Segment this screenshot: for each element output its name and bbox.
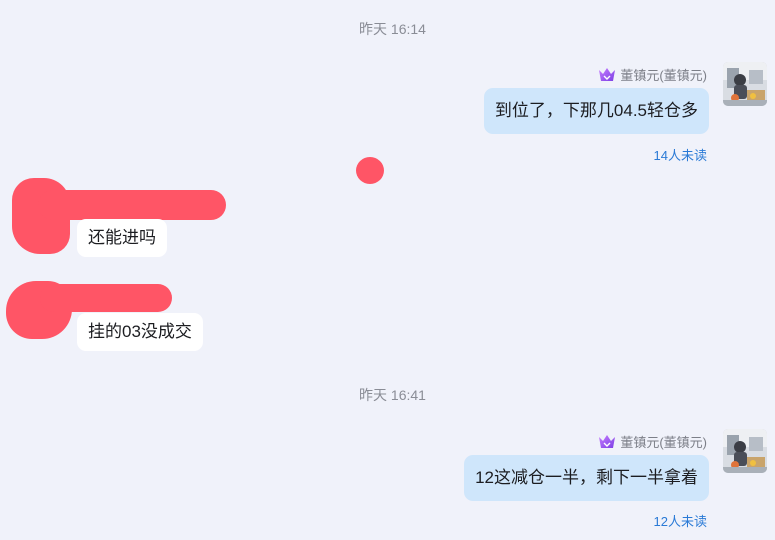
redaction-mark (356, 157, 384, 184)
avatar[interactable] (723, 62, 767, 106)
redacted-sender-name (38, 190, 226, 220)
unread-count-link[interactable]: 14人未读 (654, 145, 707, 164)
crown-icon (598, 434, 616, 450)
redacted-sender-name (40, 284, 172, 312)
outgoing-message-bubble[interactable]: 到位了，下那几04.5轻仓多 (483, 88, 709, 134)
message-timestamp: 昨天 16:41 (359, 387, 426, 403)
incoming-message-bubble[interactable]: 挂的03没成交 (77, 313, 203, 351)
outgoing-message-bubble[interactable]: 12这减仓一半，剩下一半拿着 (464, 455, 709, 501)
message-timestamp: 昨天 16:14 (359, 21, 426, 37)
sender-name-row: 董镇元(董镇元) (598, 65, 707, 84)
crown-icon (598, 67, 616, 83)
sender-name[interactable]: 董镇元(董镇元) (620, 432, 707, 451)
incoming-message-bubble[interactable]: 还能进吗 (77, 219, 167, 257)
avatar[interactable] (723, 429, 767, 473)
sender-name-row: 董镇元(董镇元) (598, 432, 707, 451)
sender-name[interactable]: 董镇元(董镇元) (620, 65, 707, 84)
unread-count-link[interactable]: 12人未读 (654, 511, 707, 530)
